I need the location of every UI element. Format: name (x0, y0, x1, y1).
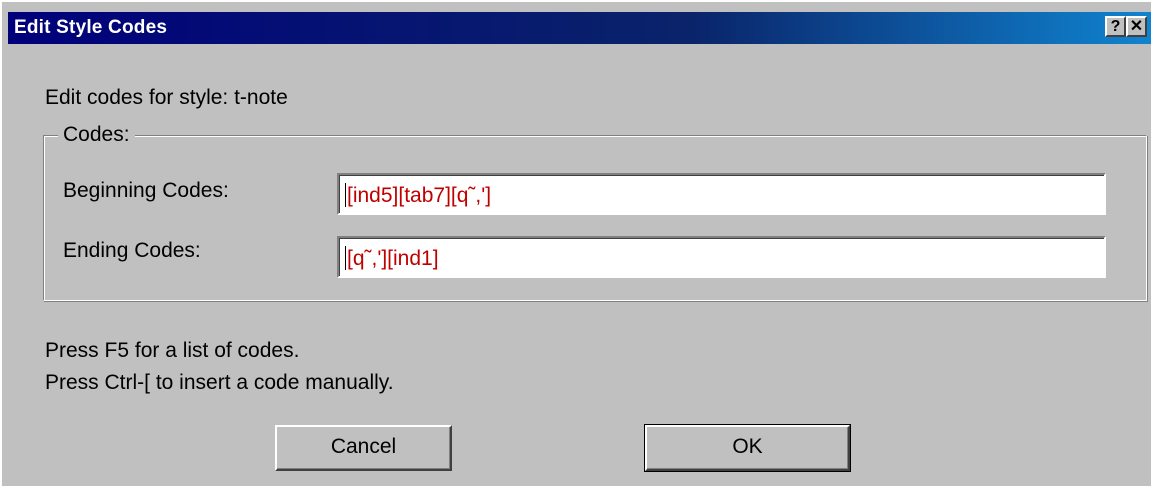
beginning-codes-value: [ind5][tab7][q˜,'] (347, 184, 492, 207)
text-caret (345, 183, 346, 207)
help-text-f5: Press F5 for a list of codes. (45, 339, 300, 362)
title-bar[interactable]: Edit Style Codes ? ✕ (8, 12, 1151, 44)
cancel-button[interactable]: Cancel (275, 425, 452, 471)
beginning-codes-label: Beginning Codes: (63, 179, 229, 202)
text-caret (345, 246, 346, 270)
help-text-ctrl: Press Ctrl-[ to insert a code manually. (45, 371, 394, 394)
window-title: Edit Style Codes (14, 17, 168, 38)
beginning-codes-field[interactable]: [ind5][tab7][q˜,'] (337, 173, 1106, 215)
style-prompt: Edit codes for style: t-note (45, 86, 288, 109)
ending-codes-field[interactable]: [q˜,'][ind1] (337, 236, 1106, 278)
close-icon[interactable]: ✕ (1126, 16, 1147, 37)
ending-codes-label: Ending Codes: (63, 239, 201, 262)
ending-codes-value: [q˜,'][ind1] (347, 247, 439, 270)
edit-style-codes-dialog: Edit Style Codes ? ✕ Edit codes for styl… (0, 0, 1151, 486)
codes-group-label: Codes: (58, 123, 135, 147)
ok-button[interactable]: OK (644, 424, 851, 472)
help-icon[interactable]: ? (1105, 16, 1126, 37)
